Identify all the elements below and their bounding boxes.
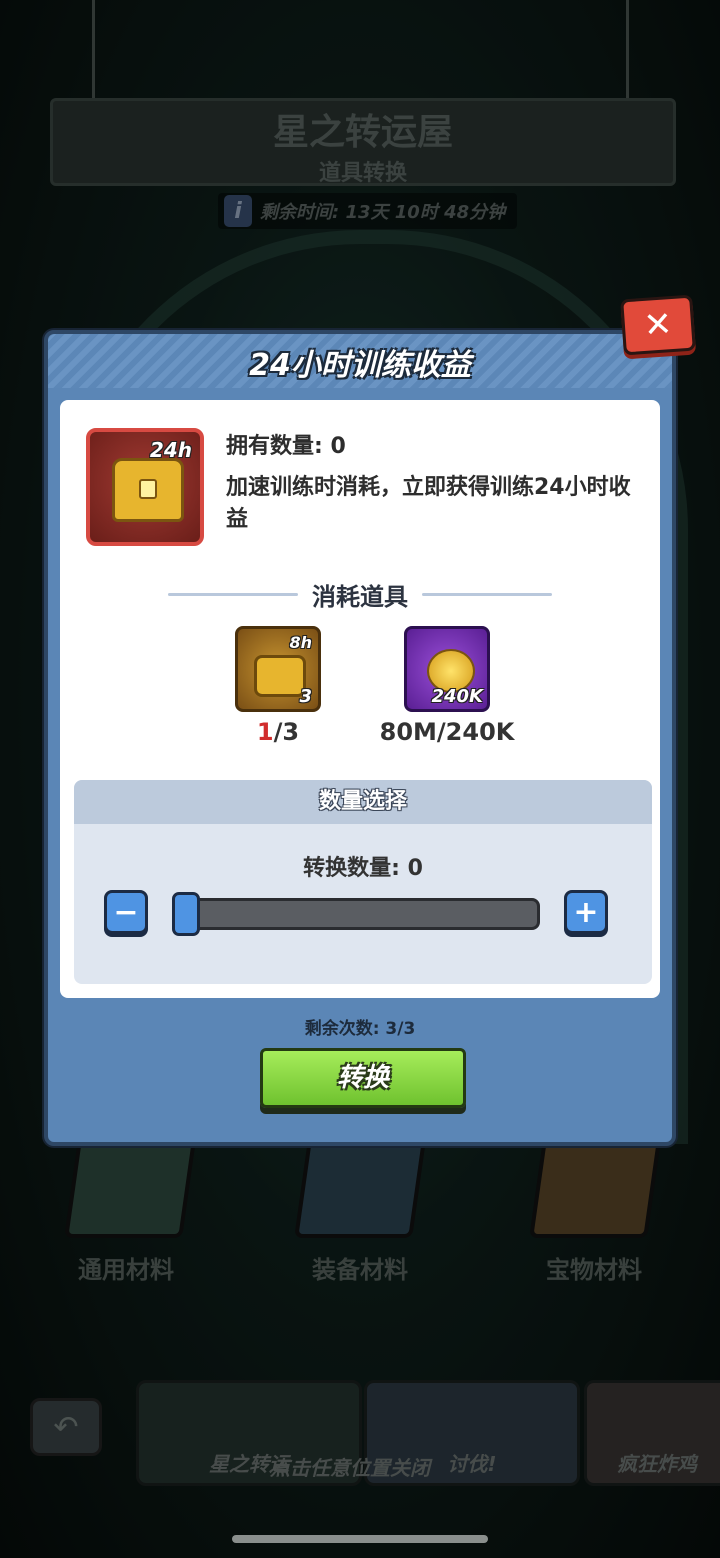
plus-icon: + (573, 894, 599, 930)
chest-8h-need: /3 (273, 718, 300, 746)
divider-line (422, 592, 552, 596)
item-duration-badge: 24h (149, 438, 192, 462)
item-convert-modal: 24小时训练收益 24h 拥有数量: 0 加速训练时消耗，立即获得训练24小时收… (44, 330, 676, 1146)
close-button[interactable]: ✕ (620, 294, 696, 356)
chest-8h-requirement: 1/3 (235, 718, 321, 746)
quantity-header: 数量选择 (74, 780, 652, 824)
quantity-slider-thumb[interactable] (172, 892, 200, 936)
item-description: 加速训练时消耗，立即获得训练24小时收益 (226, 475, 631, 532)
training-chest-24h-icon: 24h (86, 428, 204, 546)
decrease-button[interactable]: − (104, 890, 148, 934)
gold-coins-icon[interactable]: 240K (404, 626, 490, 712)
close-icon: ✕ (642, 304, 674, 346)
convert-button[interactable]: 转换 (260, 1048, 466, 1108)
quantity-selector: 数量选择 转换数量: 0 − + (74, 780, 652, 984)
minus-icon: − (113, 894, 139, 930)
owned-count: 拥有数量: 0 (226, 434, 346, 459)
gold-requirement: 80M/240K (379, 718, 515, 746)
consume-title: 消耗道具 (312, 582, 408, 611)
increase-button[interactable]: + (564, 890, 608, 934)
chest-8h-count: 3 (299, 686, 312, 707)
chest-8h-badge: 8h (289, 633, 312, 652)
home-indicator (232, 1535, 488, 1543)
item-panel: 24h 拥有数量: 0 加速训练时消耗，立即获得训练24小时收益 消耗道具 8h… (60, 400, 660, 998)
gold-amount-badge: 240K (431, 686, 483, 707)
divider-line (168, 592, 298, 596)
chest-8h-have: 1 (256, 718, 274, 746)
quantity-slider-track[interactable] (172, 898, 540, 930)
modal-title: 24小时训练收益 (249, 348, 471, 383)
remaining-times: 剩余次数: 3/3 (304, 1019, 416, 1039)
chest-8h-icon[interactable]: 8h 3 (235, 626, 321, 712)
chest-icon (112, 458, 184, 522)
consume-divider: 消耗道具 (60, 576, 660, 612)
convert-quantity-label: 转换数量: 0 (303, 856, 423, 881)
